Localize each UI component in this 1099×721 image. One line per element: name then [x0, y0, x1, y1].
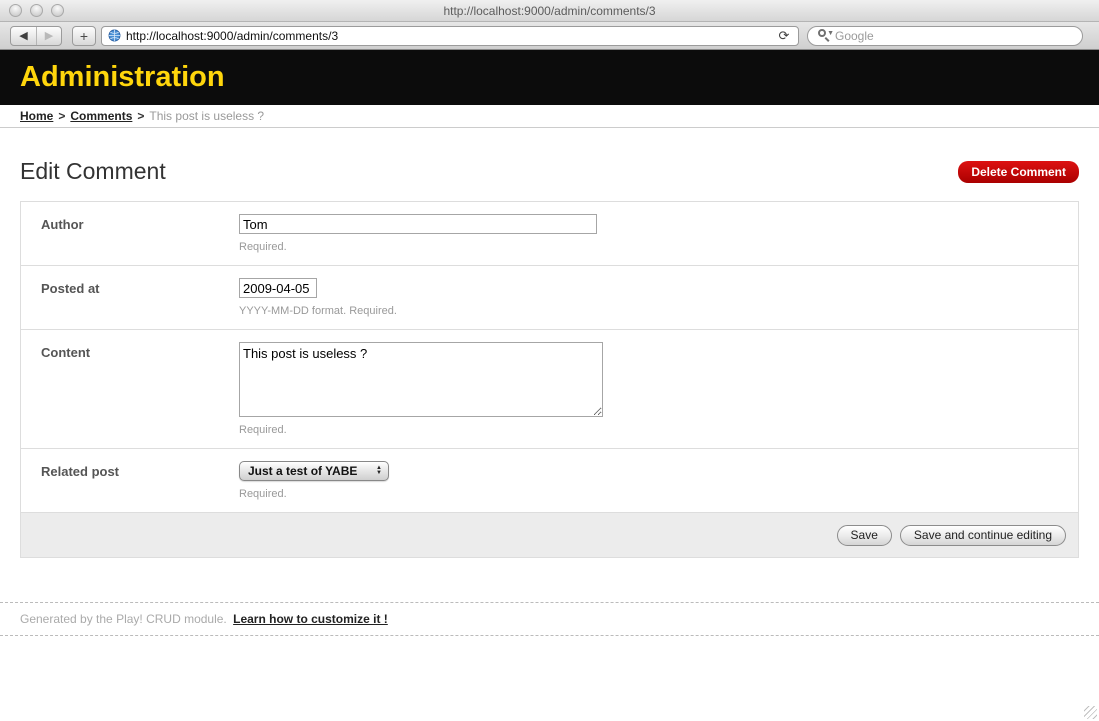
breadcrumb-separator: > [58, 109, 65, 123]
search-dropdown-icon[interactable]: ▼ [827, 30, 834, 37]
browser-titlebar: http://localhost:9000/admin/comments/3 [0, 0, 1099, 22]
globe-icon [108, 29, 121, 42]
content-field[interactable]: This post is useless ? [239, 342, 603, 417]
author-field[interactable] [239, 214, 597, 234]
related-post-label: Related post [41, 461, 239, 500]
address-bar[interactable]: http://localhost:9000/admin/comments/3 ⟳ [101, 26, 799, 46]
breadcrumb-current: This post is useless ? [149, 109, 264, 123]
search-icon: ▼ [818, 29, 832, 42]
new-tab-button[interactable]: + [72, 26, 96, 46]
page-content: Administration Home > Comments > This po… [0, 50, 1099, 721]
app-title: Administration [20, 61, 225, 94]
back-button[interactable]: ◀ [11, 27, 36, 45]
posted-at-field[interactable] [239, 278, 317, 298]
title-row: Edit Comment Delete Comment [20, 158, 1079, 185]
breadcrumb-comments-link[interactable]: Comments [70, 109, 132, 123]
window-title: http://localhost:9000/admin/comments/3 [0, 4, 1099, 18]
posted-at-label: Posted at [41, 278, 239, 317]
refresh-button[interactable]: ⟳ [773, 28, 795, 44]
content-hint: Required. [239, 424, 603, 436]
form-row-content: Content This post is useless ? Required. [21, 330, 1078, 449]
breadcrumb-separator: > [137, 109, 144, 123]
edit-comment-form: Author Required. Posted at YYYY-MM-DD fo… [20, 201, 1079, 558]
form-row-related-post: Related post Just a test of YABE ▲ ▼ Req… [21, 449, 1078, 513]
breadcrumb: Home > Comments > This post is useless ? [0, 105, 1099, 128]
form-row-posted-at: Posted at YYYY-MM-DD format. Required. [21, 266, 1078, 330]
form-actions-bar: Save Save and continue editing [21, 513, 1078, 557]
posted-at-hint: YYYY-MM-DD format. Required. [239, 305, 397, 317]
footer-customize-link[interactable]: Learn how to customize it ! [233, 612, 388, 626]
search-placeholder: Google [835, 29, 874, 43]
breadcrumb-home-link[interactable]: Home [20, 109, 53, 123]
nav-button-group: ◀ ▶ [10, 26, 62, 46]
admin-header: Administration [0, 50, 1099, 105]
delete-comment-button[interactable]: Delete Comment [958, 161, 1079, 183]
related-post-hint: Required. [239, 488, 389, 500]
browser-toolbar: ◀ ▶ + http://localhost:9000/admin/commen… [0, 22, 1099, 50]
url-text[interactable]: http://localhost:9000/admin/comments/3 [126, 29, 338, 43]
content-label: Content [41, 342, 239, 436]
author-label: Author [41, 214, 239, 253]
window-resize-grip[interactable] [1084, 706, 1097, 719]
related-post-selected-value: Just a test of YABE [240, 464, 372, 478]
page-title: Edit Comment [20, 158, 166, 185]
footer-text: Generated by the Play! CRUD module. [20, 612, 227, 626]
forward-button[interactable]: ▶ [36, 27, 61, 45]
save-and-continue-button[interactable]: Save and continue editing [900, 525, 1066, 546]
main-area: Edit Comment Delete Comment Author Requi… [0, 158, 1099, 558]
related-post-select[interactable]: Just a test of YABE ▲ ▼ [239, 461, 389, 481]
select-stepper-icon: ▲ ▼ [372, 466, 388, 476]
search-input[interactable]: ▼ Google [807, 26, 1083, 46]
save-button[interactable]: Save [837, 525, 892, 546]
author-hint: Required. [239, 241, 597, 253]
site-footer: Generated by the Play! CRUD module. Lear… [0, 602, 1099, 636]
form-row-author: Author Required. [21, 202, 1078, 266]
